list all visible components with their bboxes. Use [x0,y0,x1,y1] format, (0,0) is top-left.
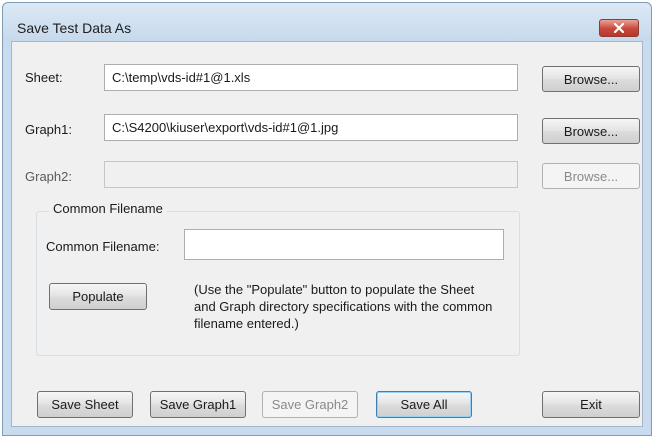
common-filename-group-title: Common Filename [49,201,167,216]
title-bar[interactable]: Save Test Data As [3,3,651,41]
save-all-button[interactable]: Save All [376,391,472,418]
common-filename-label: Common Filename: [46,239,160,254]
populate-hint-text: (Use the "Populate" button to populate t… [194,282,493,331]
save-graph2-button[interactable]: Save Graph2 [262,391,358,418]
graph2-browse-button[interactable]: Browse... [542,163,640,189]
common-filename-field[interactable] [184,229,504,260]
close-button[interactable] [599,19,639,37]
graph1-path-field[interactable] [104,114,518,141]
save-graph1-button[interactable]: Save Graph1 [150,391,246,418]
graph2-path-field[interactable] [104,161,518,188]
save-sheet-button[interactable]: Save Sheet [37,391,133,418]
dialog-body: Sheet: Browse... Graph1: Browse... Graph… [11,41,643,427]
sheet-path-field[interactable] [104,64,518,91]
close-x-icon [613,23,625,33]
graph1-browse-button[interactable]: Browse... [542,118,640,144]
populate-button[interactable]: Populate [49,283,147,310]
sheet-label: Sheet: [25,70,63,85]
graph1-label: Graph1: [25,122,72,137]
dialog-title: Save Test Data As [17,20,132,36]
graph2-label: Graph2: [25,169,72,184]
sheet-browse-button[interactable]: Browse... [542,66,640,92]
save-test-data-dialog: Save Test Data As Sheet: Browse... Graph… [2,2,652,436]
exit-button[interactable]: Exit [542,391,640,418]
